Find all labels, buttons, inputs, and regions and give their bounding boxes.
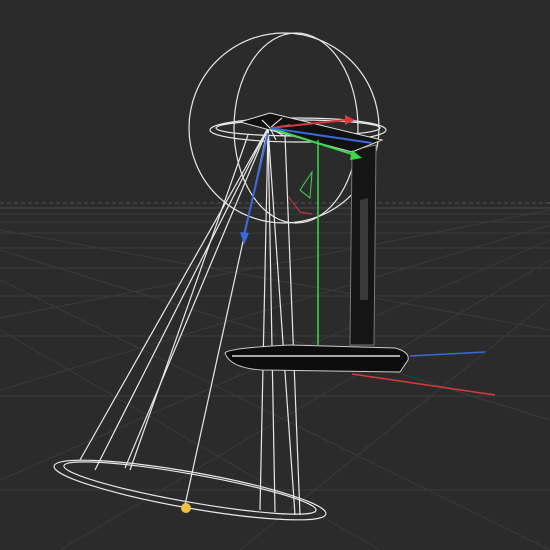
target-handle[interactable] <box>181 503 191 513</box>
viewport-canvas[interactable] <box>0 0 550 550</box>
3d-viewport[interactable] <box>0 0 550 550</box>
